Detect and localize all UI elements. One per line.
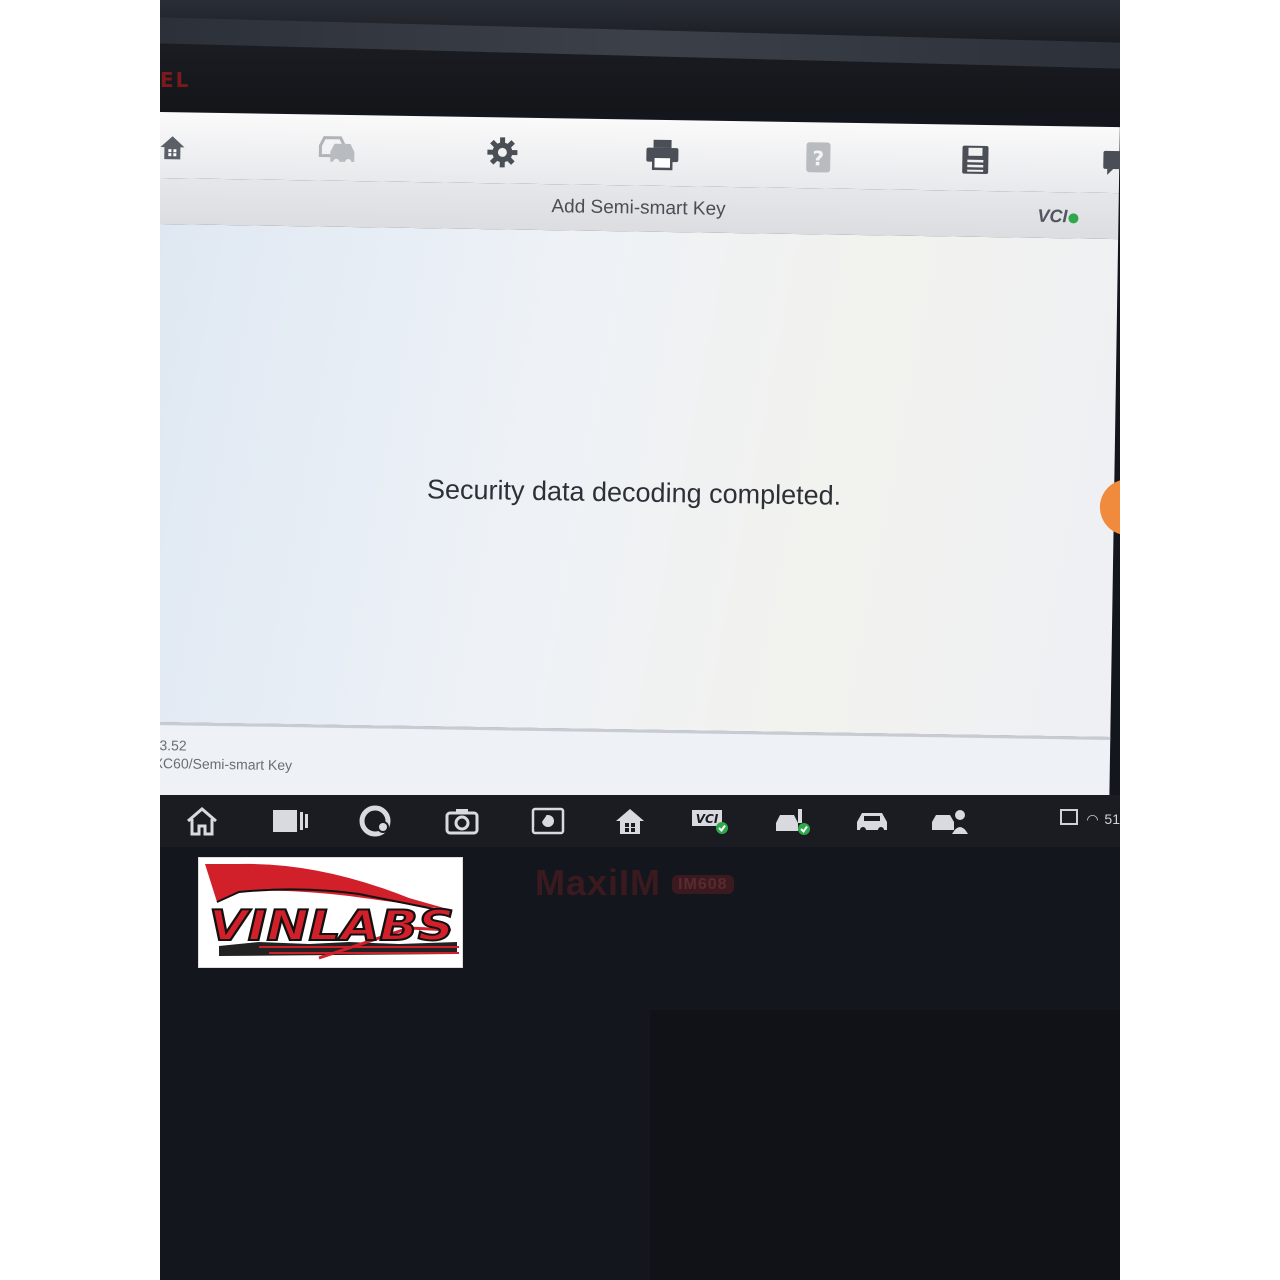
toolbar-settings-button[interactable] — [481, 131, 524, 174]
chat-icon — [1103, 150, 1120, 175]
taskbar-display-button[interactable] — [528, 803, 568, 839]
vinlabs-watermark-logo: VINLABS — [198, 857, 463, 968]
help-icon: ? — [806, 142, 831, 173]
taskbar-browser-button[interactable] — [356, 803, 396, 839]
device-lower-body — [650, 1010, 1120, 1280]
gear-icon — [487, 137, 518, 168]
svg-text:VCI: VCI — [696, 812, 719, 826]
taskbar-camera-button[interactable] — [442, 803, 482, 839]
taskbar-recent-apps-button[interactable] — [270, 803, 310, 839]
network-icon — [1060, 809, 1079, 825]
recent-apps-icon — [273, 810, 308, 832]
bezel-edge — [160, 17, 1120, 69]
system-status-tray: ◠ 51 — [1060, 809, 1120, 828]
battery-level: 51 — [1104, 811, 1120, 827]
taskbar-key-button[interactable] — [774, 803, 814, 839]
android-taskbar: VCI ◠ 51 — [160, 795, 1120, 847]
house-icon — [616, 809, 644, 834]
printer-icon — [646, 139, 679, 171]
toolbar-save-button[interactable] — [954, 138, 997, 181]
vci-status[interactable]: VCI — [1037, 205, 1079, 228]
toolbar-help-button[interactable]: ? — [797, 136, 840, 179]
car-icon — [857, 813, 887, 833]
toolbar-print-button[interactable] — [641, 134, 684, 177]
taskbar-vci-button[interactable]: VCI — [690, 803, 730, 839]
taskbar-home-button[interactable] — [182, 803, 222, 839]
vinlabs-logo-graphic: VINLABS — [205, 863, 459, 960]
vci-label: VCI — [1037, 205, 1068, 227]
device-model: IM608 — [672, 875, 734, 895]
save-icon — [962, 145, 989, 174]
vci-check-icon — [1068, 213, 1079, 224]
breadcrumb-path: /XC60/Semi-smart Key — [160, 754, 293, 774]
bezel-brand-mark: EL — [160, 68, 191, 92]
photo: EL ? Add Semi-smart Key VCI Security dat… — [160, 0, 1120, 1280]
svg-text:VINLABS: VINLABS — [209, 901, 454, 950]
taskbar-remote-support-button[interactable] — [930, 803, 970, 839]
device-brand-label: MaxiIM IM608 — [535, 862, 734, 904]
home-icon — [187, 807, 217, 836]
wifi-icon: ◠ — [1086, 811, 1099, 827]
brightness-icon — [531, 807, 565, 835]
status-message: Security data decoding completed. — [426, 474, 842, 511]
page-title: Add Semi-smart Key — [551, 196, 726, 220]
software-version: V3.52 — [160, 736, 187, 754]
taskbar-maxiim-home-button[interactable] — [610, 803, 650, 839]
browser-icon — [359, 805, 391, 837]
device-screen: ? Add Semi-smart Key VCI Security data d… — [160, 112, 1120, 817]
device-bezel-top: EL — [160, 0, 1120, 112]
toolbar-data-logging-button[interactable] — [1093, 141, 1120, 184]
message-panel: Security data decoding completed. — [160, 223, 1120, 738]
taskbar-vehicle-button[interactable] — [852, 803, 892, 839]
car-person-icon — [932, 810, 968, 834]
device-brand-name: MaxiIM — [535, 862, 662, 903]
car-swap-icon — [318, 136, 355, 165]
home-icon — [160, 136, 185, 160]
svg-text:?: ? — [812, 146, 824, 170]
vci-check-icon: VCI — [692, 810, 728, 834]
toolbar-home-button[interactable] — [160, 126, 194, 169]
car-key-check-icon — [776, 809, 810, 835]
camera-icon — [445, 809, 479, 835]
toolbar-vehicle-swap-button[interactable] — [315, 128, 358, 171]
